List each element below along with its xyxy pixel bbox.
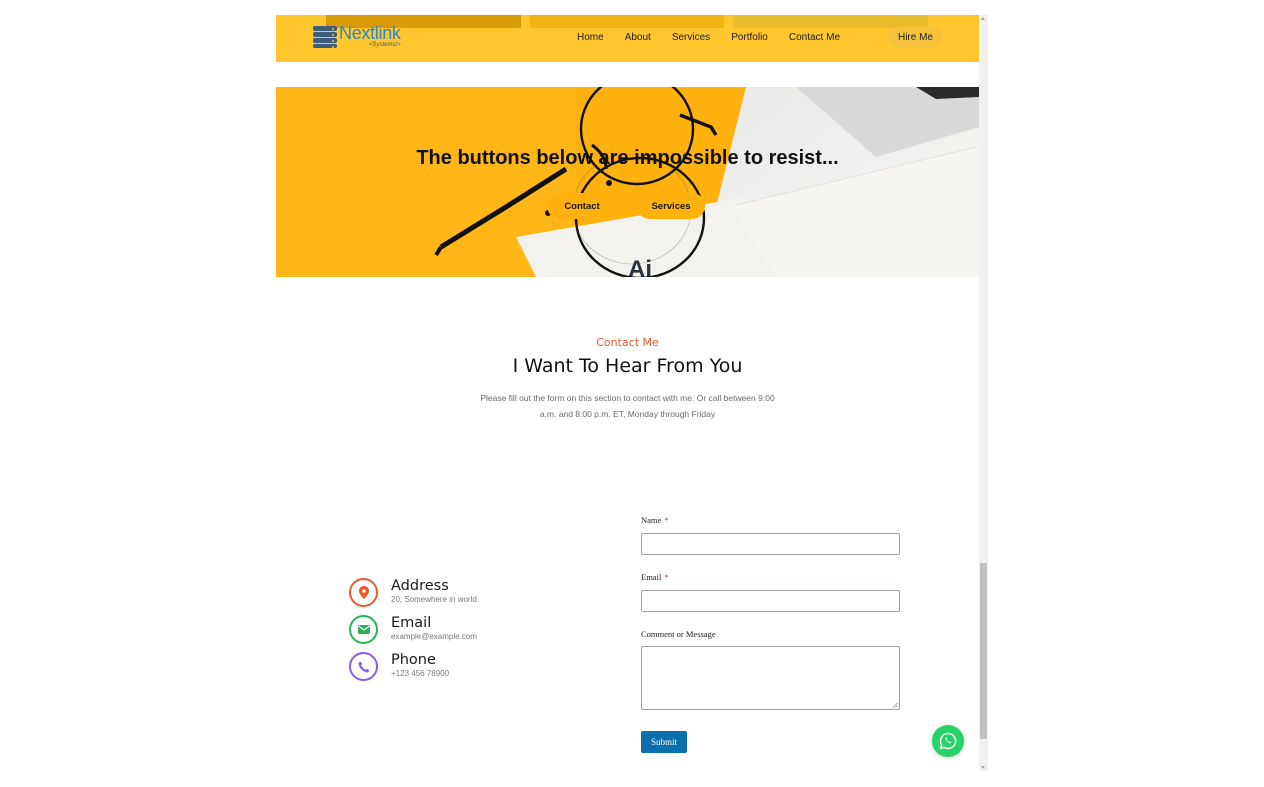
envelope-icon [349,615,378,644]
whatsapp-chat-button[interactable] [932,725,964,757]
section-description: Please fill out the form on this section… [480,393,775,419]
hero-title: The buttons below are impossible to resi… [416,147,839,169]
hero-services-button[interactable]: Services [637,193,705,219]
info-address-title: Address [391,578,449,594]
nav-contact-me[interactable]: Contact Me [789,32,840,43]
email-input[interactable] [641,590,900,612]
scroll-up-icon[interactable] [981,17,985,20]
nav-home[interactable]: Home [577,32,604,43]
map-pin-icon [349,578,378,607]
name-label-text: Name [641,515,662,525]
email-label: Email * [641,572,669,582]
message-textarea[interactable] [641,646,900,710]
page: Nextlink <Systems/> Home About Services … [276,15,979,787]
nav-services[interactable]: Services [672,32,710,43]
info-phone: Phone +123 456 78900 [349,652,449,681]
main-nav: Home About Services Portfolio Contact Me [577,32,861,43]
whatsapp-icon [939,732,957,750]
scroll-down-icon[interactable] [981,766,985,769]
nav-about[interactable]: About [625,32,651,43]
required-mark: * [664,572,669,582]
hero-contact-button[interactable]: Contact [547,193,617,219]
submit-button[interactable]: Submit [641,731,687,753]
info-address: Address 20, Somewhere in world [349,578,477,607]
info-email: Email example@example.com [349,615,477,644]
email-label-text: Email [641,572,662,582]
header-image-strip-2 [530,15,724,28]
logo-text: Nextlink [339,23,401,43]
hero-banner: Ai The buttons below are impossible to r… [276,87,979,277]
hero-background-image: Ai [276,87,979,277]
section-eyebrow: Contact Me [596,336,659,349]
hire-me-button[interactable]: Hire Me [888,27,943,48]
info-address-value: 20, Somewhere in world [391,595,477,604]
svg-text:Ai: Ai [628,256,652,277]
section-title: I Want To Hear From You [512,355,743,377]
required-mark: * [664,515,669,525]
info-email-title: Email [391,615,432,631]
resize-handle-icon[interactable] [892,702,898,708]
site-logo[interactable]: Nextlink <Systems/> [313,24,401,48]
nav-portfolio[interactable]: Portfolio [731,32,768,43]
phone-icon [349,652,378,681]
name-input[interactable] [641,533,900,555]
name-label: Name * [641,515,669,525]
message-label: Comment or Message [641,629,716,639]
info-email-value: example@example.com [391,632,477,641]
page-scrollbar[interactable] [979,15,988,771]
info-phone-title: Phone [391,652,436,668]
site-header: Nextlink <Systems/> Home About Services … [276,15,979,62]
server-stack-icon [313,26,337,48]
info-phone-value: +123 456 78900 [391,669,450,678]
scrollbar-thumb[interactable] [980,563,987,739]
